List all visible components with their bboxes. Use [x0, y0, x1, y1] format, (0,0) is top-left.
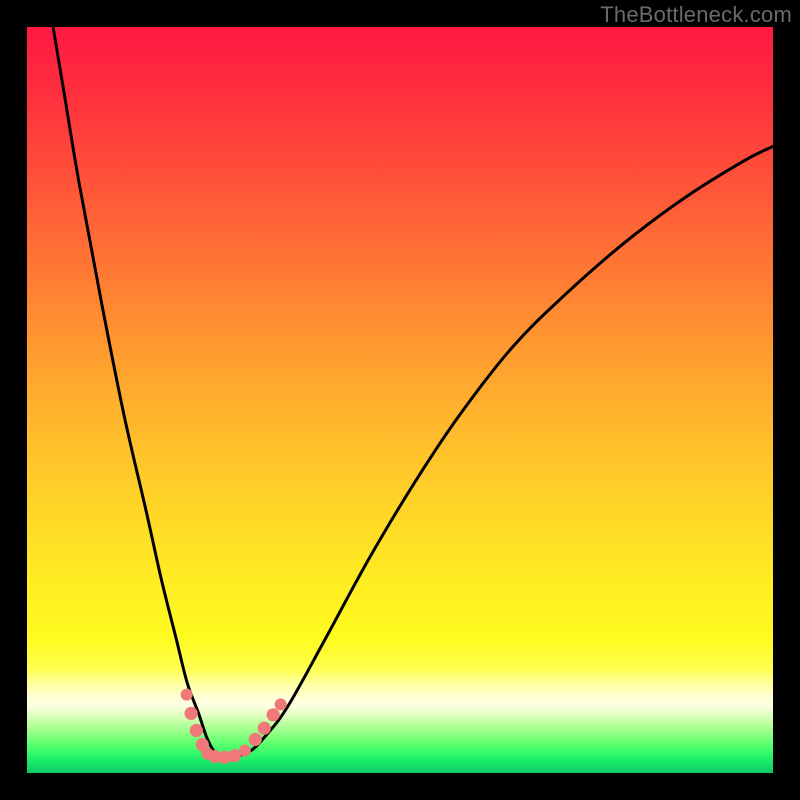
- right-dot-4: [267, 708, 280, 721]
- chart-frame: TheBottleneck.com: [0, 0, 800, 800]
- bottleneck-curve: [53, 27, 773, 758]
- chart-svg: [27, 27, 773, 773]
- right-dot-2: [249, 733, 262, 746]
- right-dot-3: [258, 722, 271, 735]
- chart-plot-area: [27, 27, 773, 773]
- right-dot-5: [275, 698, 287, 710]
- right-dot-1: [239, 745, 251, 757]
- watermark-text: TheBottleneck.com: [600, 2, 792, 28]
- left-dot-3: [190, 724, 203, 737]
- curve-markers: [181, 689, 287, 764]
- left-dot-1: [181, 689, 193, 701]
- left-dot-2: [185, 707, 198, 720]
